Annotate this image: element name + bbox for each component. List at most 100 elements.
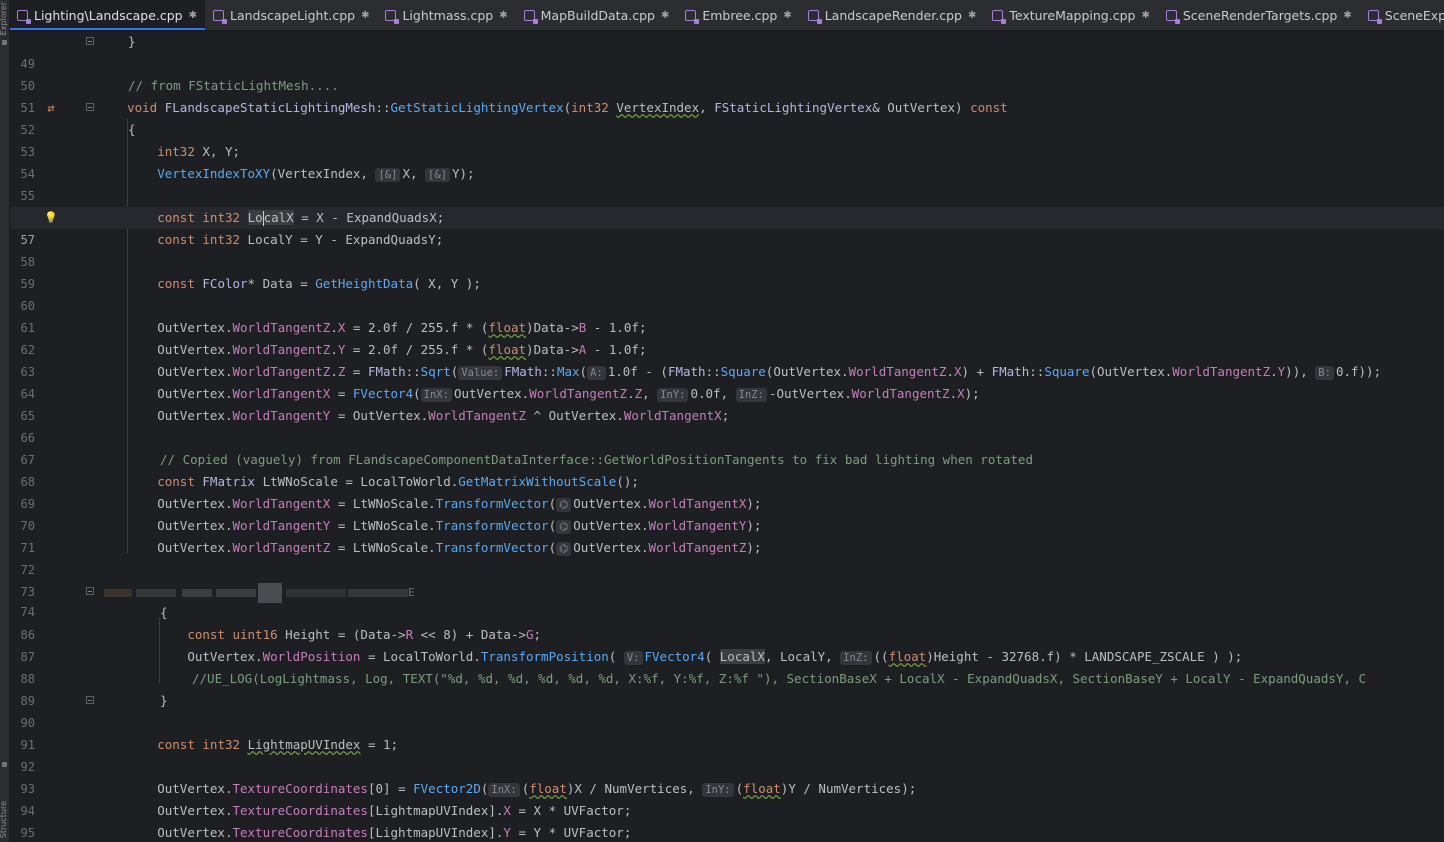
bookmark-marker-icon — [2, 40, 7, 45]
code-line-52: 52 ⇄ void FLandscapeStaticLightingMesh::… — [9, 97, 1444, 137]
swap-icon[interactable]: ⇄ — [43, 97, 59, 119]
pin-icon[interactable]: ✱ — [1141, 10, 1149, 21]
code-line-56: 56 — [9, 185, 1444, 225]
code-line-67: 67 — [9, 427, 1444, 467]
code-line-70: 70 OutVertex.WorldTangentX = LtWNoScale.… — [9, 493, 1444, 533]
code-line-59: 59 — [9, 251, 1444, 291]
fold-icon[interactable] — [86, 37, 94, 45]
collapsed-region[interactable]: E — [104, 581, 415, 603]
code-text: const uint16 Height = (Data->R << 8) + D… — [187, 627, 542, 642]
code-line-92: 92 const int32 LightmapUVIndex = 1; — [9, 734, 1444, 774]
tab-label: SceneExport.h — [1384, 7, 1444, 23]
tab-landscapelight-cpp[interactable]: LandscapeLight.cpp ✱ — [205, 0, 377, 30]
code-text: OutVertex.WorldTangentX = FVector4(InX: O… — [157, 386, 980, 402]
pin-icon[interactable]: ✱ — [361, 10, 369, 21]
tab-label: SceneRenderTargets.cpp — [1182, 7, 1338, 23]
param-hint: [&] — [375, 168, 401, 182]
tab-landscaperender-cpp[interactable]: LandscapeRender.cpp ✱ — [800, 0, 985, 30]
code-line-63: 63 OutVertex.WorldTangentZ.Y = 2.0f / 25… — [9, 339, 1444, 379]
code-text: } — [160, 693, 168, 708]
code-line-74-collapsed: 74 E — [9, 581, 1444, 619]
tab-sceneexport-h[interactable]: SceneExport.h — [1360, 0, 1444, 30]
code-line-89: 89 //UE_LOG(LogLightmass, Log, TEXT("%d,… — [9, 668, 1444, 708]
cpp-file-icon — [807, 9, 822, 24]
tab-texturemapping-cpp[interactable]: TextureMapping.cpp ✱ — [984, 0, 1158, 30]
param-hint-icon: ⌬ — [556, 498, 572, 512]
tab-label: LandscapeRender.cpp — [824, 7, 962, 23]
code-line-93: 93 — [9, 756, 1444, 796]
param-hint: InY: — [657, 388, 689, 402]
tab-label: MapBuildData.cpp — [540, 7, 655, 23]
code-text: OutVertex.WorldTangentZ = LtWNoScale.Tra… — [157, 540, 762, 556]
tab-lightmass-cpp[interactable]: Lightmass.cpp ✱ — [377, 0, 515, 30]
param-hint: V: — [623, 651, 643, 665]
fold-icon[interactable] — [86, 696, 94, 704]
param-hint: InX: — [420, 388, 452, 402]
code-line-64: 64 OutVertex.WorldTangentZ.Z = FMath::Sq… — [9, 361, 1444, 401]
code-line-53: 53 { — [9, 119, 1444, 159]
text-caret — [262, 211, 264, 226]
cpp-file-icon — [17, 9, 31, 24]
param-hint: A: — [587, 366, 606, 380]
explorer-tool-label[interactable]: Explorer — [0, 2, 9, 35]
tab-scenerendertargets-cpp[interactable]: SceneRenderTargets.cpp ✱ — [1158, 0, 1360, 30]
comment-text: // Copied (vaguely) from FLandscapeCompo… — [160, 452, 1033, 467]
pin-icon[interactable]: ✱ — [189, 10, 197, 21]
code-line-55: 55 VertexIndexToXY(VertexIndex, [&] X, [&… — [9, 163, 1444, 203]
code-text: OutVertex.WorldTangentY = LtWNoScale.Tra… — [157, 518, 762, 534]
pin-icon[interactable]: ✱ — [661, 10, 669, 21]
code-line-51: 51 // from FStaticLightMesh.... — [9, 75, 1444, 115]
structure-marker-icon — [2, 762, 7, 767]
structure-tool-label[interactable]: Structure — [0, 801, 9, 838]
code-text: OutVertex.TextureCoordinates[LightmapUVI… — [157, 803, 632, 818]
param-hint: InX: — [488, 783, 520, 797]
code-text: OutVertex.WorldTangentX = LtWNoScale.Tra… — [157, 496, 762, 512]
tab-embree-cpp[interactable]: Embree.cpp ✱ — [677, 0, 799, 30]
code-line-86: 86 { — [9, 602, 1444, 642]
code-line-88: 88 OutVertex.WorldPosition = LocalToWorl… — [9, 646, 1444, 686]
param-hint: InZ: — [735, 388, 767, 402]
param-hint: [&] — [425, 168, 450, 182]
lightbulb-icon[interactable]: 💡 — [43, 207, 59, 229]
code-text: OutVertex.WorldPosition = LocalToWorld.T… — [187, 649, 1243, 665]
code-text: const int32 LocalY = Y - ExpandQuadsY; — [157, 232, 444, 247]
code-line-61: 61 — [9, 295, 1444, 335]
pin-icon[interactable]: ✱ — [783, 10, 791, 21]
code-line-69: 69 const FMatrix LtWNoScale = LocalToWor… — [9, 471, 1444, 511]
code-line-66: 66 OutVertex.WorldTangentY = OutVertex.W… — [9, 405, 1444, 445]
cpp-file-icon — [213, 9, 227, 24]
code-line-65: 65 OutVertex.WorldTangentX = FVector4(In… — [9, 383, 1444, 423]
code-text: const int32 LightmapUVIndex = 1; — [157, 737, 399, 752]
code-line-60: 60 const FColor* Data = GetHeightData( X… — [9, 273, 1444, 313]
param-hint: InZ: — [840, 651, 872, 665]
code-text: const FMatrix LtWNoScale = LocalToWorld.… — [157, 474, 639, 489]
code-text: void FLandscapeStaticLightingMesh::GetSt… — [127, 100, 1008, 115]
pin-icon[interactable]: ✱ — [1343, 10, 1351, 21]
tab-mapbuilddata-cpp[interactable]: MapBuildData.cpp ✱ — [516, 0, 678, 30]
pin-icon[interactable]: ✱ — [968, 10, 976, 21]
param-hint-icon: ⌬ — [556, 520, 572, 534]
code-text: OutVertex.WorldTangentZ.X = 2.0f / 255.f… — [157, 320, 647, 335]
cpp-file-icon — [523, 9, 538, 24]
cpp-file-icon — [1165, 9, 1180, 24]
code-line-95: 95 OutVertex.TextureCoordinates[Lightmap… — [9, 800, 1444, 840]
code-text: const int32 LocalX = X - ExpandQuadsX; — [157, 210, 445, 226]
code-line-58: 58 const int32 LocalY = Y - ExpandQuadsY… — [9, 229, 1444, 269]
code-text: OutVertex.WorldTangentZ.Z = FMath::Sqrt(… — [157, 364, 1382, 380]
tab-landscape-cpp[interactable]: Lighting\Landscape.cpp ✱ — [9, 0, 205, 30]
code-text: OutVertex.WorldTangentZ.Y = 2.0f / 255.f… — [157, 342, 647, 357]
fold-icon[interactable] — [86, 587, 94, 595]
tab-label: LandscapeLight.cpp — [230, 7, 356, 23]
code-line-54: 54 int32 X, Y; — [9, 141, 1444, 181]
param-hint: B: — [1315, 366, 1334, 380]
code-line-71: 71 OutVertex.WorldTangentY = LtWNoScale.… — [9, 515, 1444, 555]
fold-icon[interactable] — [86, 103, 94, 111]
code-text: { — [160, 605, 168, 620]
code-line-68: 68 // Copied (vaguely) from FLandscapeCo… — [9, 449, 1444, 489]
code-line-90: 90 } — [9, 690, 1444, 730]
comment-text: //UE_LOG(LogLightmass, Log, TEXT("%d, %d… — [192, 671, 1366, 686]
pin-icon[interactable]: ✱ — [499, 10, 507, 21]
tab-label: Lighting\Landscape.cpp — [34, 7, 183, 23]
code-editor[interactable]: 49 } 50 51 // from FStaticLightMesh.... … — [9, 31, 1444, 842]
code-line-73: 73 — [9, 559, 1444, 599]
